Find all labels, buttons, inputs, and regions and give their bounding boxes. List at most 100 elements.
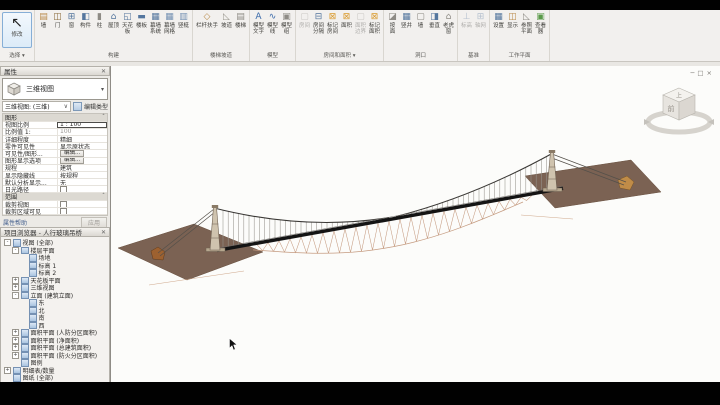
viewcube-front-label[interactable]: 前 [668, 104, 675, 113]
view-window-controls[interactable]: ─□× [690, 69, 715, 77]
railing-button[interactable]: ◇栏杆扶手 [195, 12, 219, 29]
expand-icon[interactable]: + [12, 329, 19, 336]
curtain-system-button[interactable]: ▦幕墙 系统 [149, 12, 162, 35]
tree-item[interactable]: -视图 (全部) [4, 239, 109, 247]
vertical-opening-button[interactable]: ◨垂直 [428, 12, 441, 29]
room-button[interactable]: ▢房间 [298, 12, 311, 29]
type-selector[interactable]: 三维视图 ▾ [2, 78, 108, 100]
property-value[interactable]: 编辑... [57, 150, 107, 156]
floor-button[interactable]: ▬楼板 [135, 12, 148, 29]
property-value[interactable]: 显示原状态 [57, 143, 107, 149]
curtain-grid-button[interactable]: ▦幕墙 网格 [163, 12, 176, 35]
expand-icon[interactable]: + [4, 367, 11, 374]
expand-icon[interactable]: + [12, 344, 19, 351]
collapse-icon[interactable]: - [4, 239, 11, 246]
model-group-button[interactable]: ▣模型 组 [280, 12, 293, 35]
tree-item[interactable]: 北 [4, 307, 109, 315]
apply-button[interactable]: 应用 [81, 217, 107, 227]
level-button[interactable]: ⊥标高 [460, 12, 473, 29]
expand-icon[interactable]: + [12, 337, 19, 344]
tree-item[interactable]: - 立面 (建筑立面) [4, 292, 109, 300]
edit-button[interactable]: 编辑... [60, 150, 84, 156]
property-value[interactable] [57, 201, 107, 207]
property-value[interactable]: 按规程 [57, 172, 107, 178]
component-button[interactable]: ◧构件 [79, 12, 92, 29]
property-value[interactable]: 1 : 100 [57, 122, 107, 128]
tag-room-button[interactable]: ⊠标记 房间 [326, 12, 339, 35]
edit-button[interactable]: 编辑... [60, 158, 84, 164]
viewer-button[interactable]: ▣查看器 [534, 12, 547, 35]
properties-help-link[interactable]: 属性帮助 [3, 218, 27, 227]
ribbon-section-select: ↖修改选择 ▾ [0, 10, 35, 61]
room-separator-button[interactable]: ⊟房间 分隔 [312, 12, 325, 35]
expand-icon[interactable]: + [12, 284, 19, 291]
mullion-button[interactable]: ▥竖梃 [177, 12, 190, 29]
grid-button[interactable]: ⊞轴网 [474, 12, 487, 29]
collapse-icon[interactable]: - [12, 292, 19, 299]
ribbon-section-select-label[interactable]: 选择 ▾ [2, 50, 32, 61]
close-icon[interactable]: × [707, 69, 715, 77]
tag-area-button[interactable]: ⊠标记 面积 [368, 12, 381, 35]
view-icon [13, 374, 21, 382]
property-value[interactable]: 建筑 [57, 165, 107, 171]
ribbon-section-circulation-label: 楼梯坡道 [195, 50, 247, 61]
opening-by-face-button[interactable]: ◪按 面 [386, 12, 399, 35]
checkbox[interactable] [60, 186, 67, 192]
edit-type-label: 编辑类型 [84, 102, 108, 111]
tree-item[interactable]: +天花板平面 [4, 277, 109, 285]
wall-opening-button[interactable]: ▢墙 [414, 12, 427, 29]
tree-item[interactable]: 图例 [4, 359, 109, 367]
show-work-plane-button[interactable]: ◫显示 [506, 12, 519, 29]
expand-icon[interactable]: + [12, 277, 19, 284]
tree-item[interactable]: 南 [4, 314, 109, 322]
stair-button[interactable]: ▤楼梯 [234, 12, 247, 29]
tree-item[interactable]: +明细表/数量 [4, 367, 109, 375]
modify-button[interactable]: ↖修改 [2, 12, 32, 48]
collapse-icon[interactable]: - [12, 247, 19, 254]
tree-item[interactable]: 东 [4, 299, 109, 307]
property-value[interactable]: 无 [57, 179, 107, 185]
close-icon[interactable]: ✕ [101, 229, 106, 236]
edit-type-button[interactable]: 编辑类型 [73, 101, 108, 112]
opening-by-face-icon: ◪ [388, 12, 397, 23]
viewcube[interactable]: 上 前 [642, 82, 716, 138]
model-text-button[interactable]: A模型 文字 [252, 12, 265, 35]
drawing-area[interactable]: ─□× 上 前 [110, 66, 720, 382]
area-boundary-button[interactable]: ▢面积 边界 [354, 12, 367, 35]
checkbox[interactable] [60, 208, 67, 214]
expand-icon[interactable]: + [12, 352, 19, 359]
ribbon-section-room-area-label[interactable]: 房间和面积 ▾ [298, 50, 381, 61]
area-button[interactable]: ⊠面积 [340, 12, 353, 29]
column-button[interactable]: ▮柱 [93, 12, 106, 29]
ceiling-button[interactable]: ◱天花板 [121, 12, 134, 35]
instance-selector[interactable]: 三维视图: (三维) ∨ [2, 101, 71, 112]
tree-item[interactable]: 标高 1 [4, 262, 109, 270]
checkbox[interactable] [60, 201, 67, 207]
set-work-plane-button[interactable]: ▦设置 [492, 12, 505, 29]
roof-button[interactable]: ⌂屋顶 [107, 12, 120, 29]
ramp-button[interactable]: ◺坡道 [220, 12, 233, 29]
property-value: 100 [57, 129, 107, 135]
restore-icon[interactable]: □ [697, 69, 706, 77]
door-button[interactable]: ◫门 [51, 12, 64, 29]
tree-item[interactable]: -楼层平面 [4, 247, 109, 255]
shaft-button[interactable]: ▦竖井 [400, 12, 413, 29]
window-button[interactable]: ⊞窗 [65, 12, 78, 29]
tree-item-label: 立面 (建筑立面) [31, 291, 74, 300]
show-work-plane-label: 显示 [507, 23, 518, 29]
viewcube-top-label[interactable]: 上 [676, 92, 682, 100]
model-line-button[interactable]: ∿模型 线 [266, 12, 279, 35]
property-value[interactable]: 精细 [57, 136, 107, 142]
dormer-button[interactable]: ⌂老虎窗 [442, 12, 455, 35]
roof-label: 屋顶 [108, 23, 119, 29]
close-icon[interactable]: ✕ [101, 68, 106, 75]
tree-item[interactable]: 场地 [4, 254, 109, 262]
tree-item[interactable]: +面积平面 (防火分区面积) [4, 352, 109, 360]
property-value[interactable] [57, 208, 107, 214]
property-value[interactable]: 编辑... [57, 158, 107, 164]
wall-button[interactable]: ▤墙 [37, 12, 50, 29]
tree-item[interactable]: 图纸 (全部) [4, 374, 109, 382]
area-boundary-label: 面积 边界 [355, 23, 366, 35]
ref-plane-button[interactable]: ◺参照 平面 [520, 12, 533, 35]
property-value[interactable] [57, 186, 107, 192]
